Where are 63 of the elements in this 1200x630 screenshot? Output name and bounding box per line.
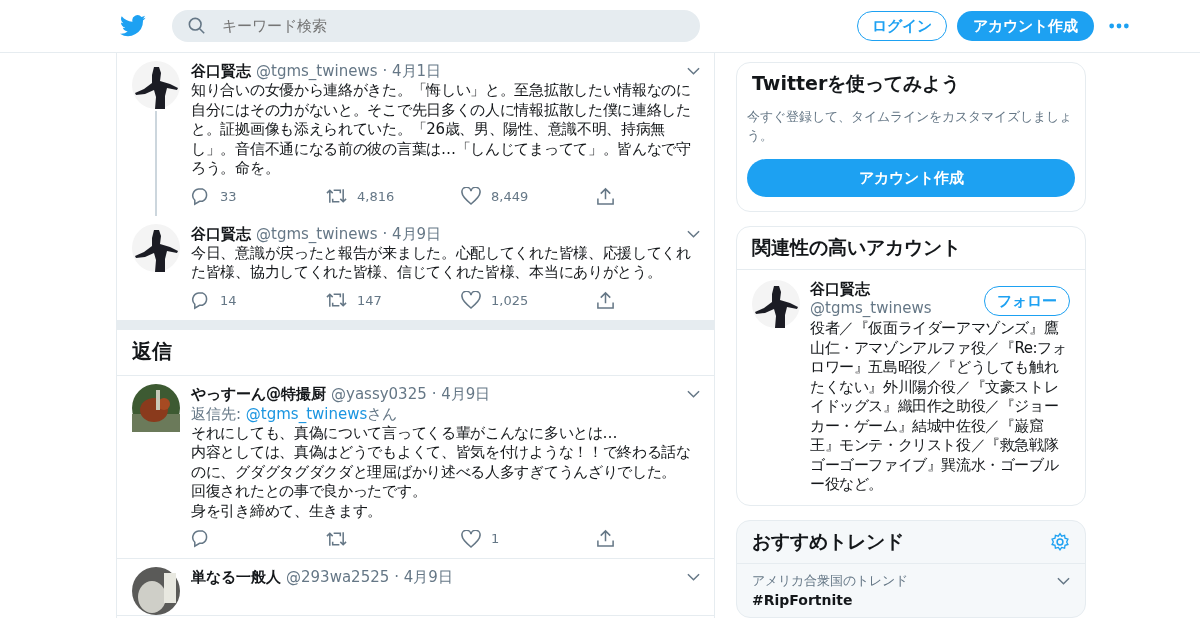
card-title: Twitterを使ってみよう [751, 71, 962, 96]
search-icon [188, 17, 206, 35]
follow-button[interactable]: フォロー [984, 286, 1070, 316]
replies-heading: 返信 [132, 338, 172, 363]
signup-button[interactable]: アカウント作成 [747, 159, 1075, 197]
share-icon[interactable] [596, 529, 615, 548]
retweet-icon[interactable] [326, 187, 347, 205]
author-handle[interactable]: @tgms_twinews [256, 61, 378, 81]
retweet-count: 4,816 [357, 188, 395, 204]
heart-icon[interactable] [461, 187, 481, 205]
heart-icon[interactable] [461, 529, 481, 548]
author-handle[interactable]: @tgms_twinews [256, 223, 378, 244]
reply-icon[interactable] [191, 186, 210, 206]
signup-button[interactable]: アカウント作成 [957, 11, 1094, 41]
author-name[interactable]: 谷口賢志 [191, 223, 251, 244]
author-handle[interactable]: @yassy0325 [331, 383, 427, 404]
reply-count: 33 [220, 188, 237, 204]
tweet-text: 回復されたとの事で良かったです。 [191, 482, 428, 502]
tweet-text: 知り合いの女優から連絡がきた。「悔しい」と。至急拡散したい情報なのに自分にはその力がないと。そこで先日多くの人に情報拡散した僕に連絡したと。証拠画像も添えられていた。「26歳、男、陽性、意識不明、持病無し」。音信不通になる前の彼の言葉は…「しんじてまってて」。皆んなで守ろう。命を。 [191, 81, 692, 179]
account-name[interactable]: 谷口賢志 [810, 280, 932, 299]
chevron-down-icon[interactable] [687, 389, 700, 398]
tweet-date[interactable]: · 4月1日 [382, 61, 442, 81]
like-count: 1,025 [491, 292, 529, 308]
author-name[interactable]: やっすーん@特撮厨 [191, 383, 326, 404]
tweet-date[interactable]: · 4月9日 [382, 223, 442, 244]
trend-name[interactable]: #RipFortnite [752, 591, 1070, 609]
account-bio: 役者／『仮面ライダーアマゾンズ』鷹山仁・アマゾンアルファ役／『Re:フォロワー』五島昭役／『どうしても触れたくない』外川陽介役／『文豪ストレイドッグス』織田作之助役／『ジョーカー・ゲーム』結城中佐役／『巌窟王』モンテ・クリスト役／『救急戦隊ゴーゴーファイブ』巽流水・ゴーブルー役など。 [810, 319, 1068, 495]
login-button[interactable]: ログイン [857, 11, 947, 41]
tweet-text: 今日、意識が戻ったと報告が来ました。心配してくれた皆様、応援してくれた皆様、協力してくれた皆様、信じてくれた皆様、本当にありがとう。 [191, 243, 692, 283]
card-title: おすすめトレンド [751, 528, 905, 554]
trend-context: アメリカ合衆国のトレンド [752, 571, 908, 590]
chevron-down-icon[interactable] [687, 229, 700, 238]
share-icon[interactable] [596, 186, 615, 206]
tweet-text: それにしても、真偽について言ってくる輩がこんなに多いとは… [191, 423, 619, 443]
tweet-text: 内容としては、真偽はどうでもよくて、皆気を付けような！！で終わる話なのに、グダグタグダクダと理屈ばかり述べる人多すぎてうんざりでした。 [191, 443, 692, 482]
retweet-icon[interactable] [326, 529, 347, 548]
search-field[interactable]: キーワード検索 [172, 10, 700, 42]
account-handle[interactable]: @tgms_twinews [810, 299, 932, 317]
reply-to-line: 返信先: @tgms_twinewsさん [191, 403, 399, 424]
tweet-date[interactable]: · 4月9日 [431, 383, 491, 404]
more-icon[interactable] [1108, 22, 1130, 30]
tweet-text: 身を引き締めて、生きます。 [191, 501, 384, 521]
chevron-down-icon[interactable] [687, 67, 700, 75]
share-icon[interactable] [596, 290, 615, 310]
chevron-down-icon[interactable] [1057, 576, 1070, 585]
retweet-count: 147 [357, 292, 382, 308]
settings-icon[interactable] [1050, 531, 1070, 552]
chevron-down-icon[interactable] [687, 573, 700, 581]
author-name[interactable]: 単なる一般人 [191, 567, 281, 587]
heart-icon[interactable] [461, 291, 481, 309]
author-handle[interactable]: @293wa2525 [286, 567, 390, 587]
like-count: 8,449 [491, 188, 529, 204]
author-name[interactable]: 谷口賢志 [191, 61, 251, 81]
like-count: 1 [491, 531, 500, 546]
mention-link[interactable]: @tgms_twinews [245, 404, 368, 423]
reply-icon[interactable] [191, 290, 210, 310]
card-text: 今すぐ登録して、タイムラインをカスタマイズしましょう。 [747, 108, 1073, 145]
tweet-date[interactable]: · 4月9日 [394, 567, 453, 587]
bird-logo-icon[interactable] [120, 15, 146, 37]
reply-icon[interactable] [191, 529, 210, 548]
retweet-icon[interactable] [326, 291, 347, 309]
card-title: 関連性の高いアカウント [737, 227, 1085, 270]
reply-count: 14 [220, 292, 237, 308]
